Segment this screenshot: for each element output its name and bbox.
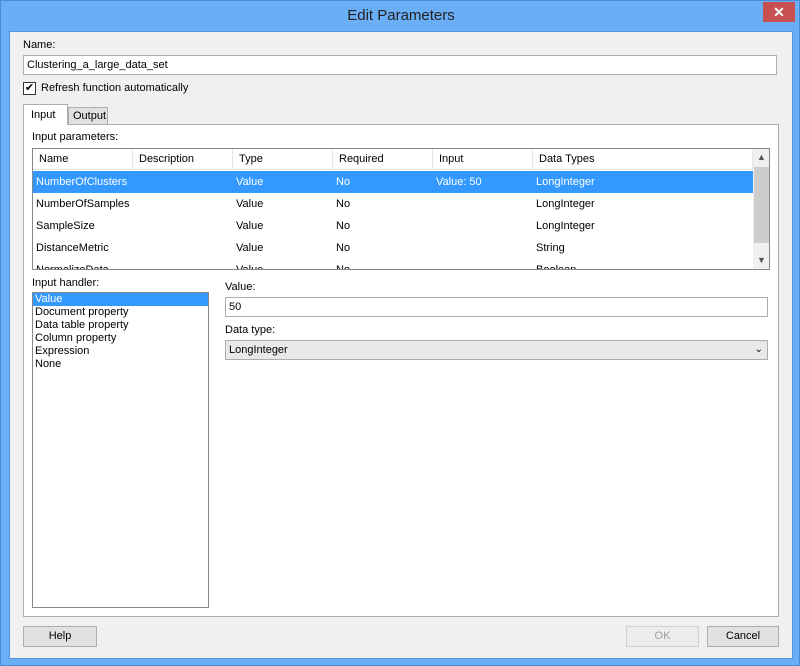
cancel-button[interactable]: Cancel	[707, 626, 779, 647]
table-cell: Value	[236, 264, 264, 270]
table-cell: Value: 50	[436, 176, 482, 188]
input-parameters-label: Input parameters:	[32, 131, 119, 143]
scroll-up-icon[interactable]: ▲	[753, 149, 769, 166]
table-cell: No	[336, 264, 351, 270]
table-row[interactable]: DistanceMetric Value No String	[33, 237, 753, 259]
table-row[interactable]: SampleSize Value No LongInteger	[33, 215, 753, 237]
table-cell: Value	[236, 176, 264, 188]
table-row[interactable]: NumberOfSamples Value No LongInteger	[33, 193, 753, 215]
input-handler-label: Input handler:	[32, 277, 100, 289]
data-type-select[interactable]: LongInteger ⌄	[225, 340, 768, 360]
help-button[interactable]: Help	[23, 626, 97, 647]
table-cell: SampleSize	[36, 220, 95, 232]
table-row[interactable]: NumberOfClusters Value No Value: 50 LongInte…	[33, 171, 753, 193]
parameters-grid[interactable]: Name Description Type Required Input Data Typ…	[32, 148, 770, 270]
input-handler-list[interactable]: Value Document property Data table propert…	[32, 292, 209, 608]
table-cell: NumberOfClusters	[36, 176, 128, 188]
table-row[interactable]: NormalizeData Value No Boolean	[33, 259, 753, 270]
list-item[interactable]: Expression	[33, 345, 208, 358]
dialog-window: Edit Parameters ✕ Name: ✔ Refresh functi…	[0, 0, 800, 666]
table-cell: String	[536, 242, 565, 254]
tab-input[interactable]: Input	[23, 104, 68, 125]
column-header[interactable]: Description	[133, 149, 233, 170]
table-cell: LongInteger	[536, 198, 595, 210]
list-item[interactable]: Document property	[33, 306, 208, 319]
table-cell: Value	[236, 198, 264, 210]
column-header[interactable]: Name	[33, 149, 133, 170]
refresh-checkbox[interactable]: ✔	[23, 82, 36, 95]
refresh-label: Refresh function automatically	[41, 82, 189, 94]
table-cell: Value	[236, 242, 264, 254]
close-icon: ✕	[773, 4, 785, 20]
column-header[interactable]: Input	[433, 149, 533, 170]
tab-output[interactable]: Output	[68, 107, 108, 124]
table-cell: NumberOfSamples	[36, 198, 130, 210]
list-item[interactable]: None	[33, 358, 208, 371]
column-header[interactable]: Data Types	[533, 149, 753, 170]
vertical-scrollbar[interactable]: ▲ ▼	[753, 149, 769, 269]
list-item[interactable]: Value	[33, 293, 208, 306]
close-button[interactable]: ✕	[763, 2, 795, 22]
data-type-value: LongInteger	[229, 344, 288, 356]
table-cell: LongInteger	[536, 176, 595, 188]
data-type-label: Data type:	[225, 324, 276, 336]
list-item[interactable]: Column property	[33, 332, 208, 345]
table-cell: DistanceMetric	[36, 242, 109, 254]
chevron-down-icon: ⌄	[754, 344, 763, 355]
table-cell: Value	[236, 220, 264, 232]
scroll-thumb[interactable]	[754, 167, 769, 243]
value-label: Value:	[225, 281, 256, 293]
checkmark-icon: ✔	[24, 82, 35, 94]
ok-button[interactable]: OK	[626, 626, 699, 647]
window-title: Edit Parameters	[347, 7, 455, 24]
table-cell: No	[336, 242, 351, 254]
table-cell: LongInteger	[536, 220, 595, 232]
table-cell: No	[336, 198, 351, 210]
column-header[interactable]: Required	[333, 149, 433, 170]
column-header[interactable]: Type	[233, 149, 333, 170]
list-item[interactable]: Data table property	[33, 319, 208, 332]
table-cell: Boolean	[536, 264, 577, 270]
table-cell: No	[336, 176, 351, 188]
name-input[interactable]	[23, 55, 777, 75]
table-cell: No	[336, 220, 351, 232]
name-label: Name:	[23, 39, 56, 51]
table-cell: NormalizeData	[36, 264, 109, 270]
value-input[interactable]	[225, 297, 768, 317]
scroll-down-icon[interactable]: ▼	[753, 252, 769, 269]
